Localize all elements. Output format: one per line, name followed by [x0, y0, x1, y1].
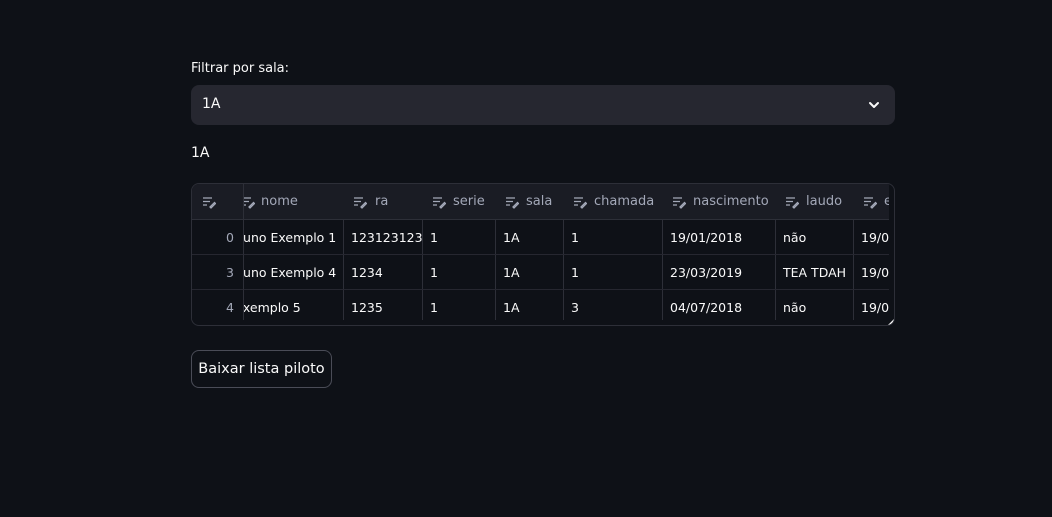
- cell-value: 1: [571, 265, 579, 280]
- row-index-value: 4: [226, 300, 234, 315]
- cell-value: 1: [571, 230, 579, 245]
- table-cell-sala[interactable]: 1A: [495, 255, 564, 290]
- table-cell-nome[interactable]: Aluno Exemplo 1: [237, 220, 344, 255]
- column-header-label: ra: [375, 194, 389, 209]
- cell-value: 1235: [351, 300, 383, 315]
- cell-value: 1A: [503, 265, 520, 280]
- row-index[interactable]: 4: [192, 290, 244, 320]
- table-cell-chamada[interactable]: 3: [563, 290, 663, 320]
- resize-handle[interactable]: [888, 319, 894, 325]
- column-header-laudo[interactable]: laudo: [775, 184, 854, 220]
- table-cell-ra[interactable]: 1234: [343, 255, 423, 290]
- cell-value: Aluno Exemplo 1: [237, 230, 337, 245]
- row-index[interactable]: 3: [192, 255, 244, 290]
- cell-value: 123123123: [351, 230, 423, 245]
- cell-value: 23/03/2019: [670, 265, 743, 280]
- students-dataframe[interactable]: nome ra serie sala chamada nascimento laudo e Al…: [191, 183, 895, 326]
- text-column-icon: [203, 197, 216, 209]
- cell-value: 04/07/2018: [670, 300, 743, 315]
- table-cell-chamada[interactable]: 1: [563, 255, 663, 290]
- room-select[interactable]: 1A: [191, 85, 895, 125]
- cell-value: Aluno Exemplo 4: [237, 265, 337, 280]
- table-cell-nascimento[interactable]: 19/01/2018: [662, 220, 776, 255]
- cell-value: 1A: [503, 230, 520, 245]
- table-cell-serie[interactable]: 1: [422, 220, 496, 255]
- table-cell-nascimento[interactable]: 04/07/2018: [662, 290, 776, 320]
- column-header-e[interactable]: e: [853, 184, 889, 220]
- table-cell-e[interactable]: 19/0: [853, 255, 889, 290]
- table-cell-e[interactable]: 19/0: [853, 220, 889, 255]
- row-index-value: 3: [226, 265, 234, 280]
- column-header-label: nascimento: [693, 194, 769, 209]
- cell-value: não: [783, 300, 807, 315]
- dataframe-viewport[interactable]: nome ra serie sala chamada nascimento laudo e Al…: [192, 184, 889, 320]
- column-header-sala[interactable]: sala: [495, 184, 564, 220]
- table-cell-laudo[interactable]: não: [775, 220, 854, 255]
- cell-value: 1: [430, 230, 438, 245]
- text-column-icon: [864, 197, 877, 209]
- column-header-serie[interactable]: serie: [422, 184, 496, 220]
- table-cell-serie[interactable]: 1: [422, 290, 496, 320]
- cell-value: 19/0: [861, 230, 889, 245]
- table-cell-ra[interactable]: 123123123: [343, 220, 423, 255]
- cell-value: 19/0: [861, 265, 889, 280]
- cell-value: 1A: [503, 300, 520, 315]
- section-title: 1A: [191, 145, 210, 161]
- column-header-nascimento[interactable]: nascimento: [662, 184, 776, 220]
- table-cell-serie[interactable]: 1: [422, 255, 496, 290]
- cell-value: não: [783, 230, 807, 245]
- table-cell-nascimento[interactable]: 23/03/2019: [662, 255, 776, 290]
- table-cell-nome[interactable]: Exemplo 5: [237, 290, 344, 320]
- row-index-value: 0: [226, 230, 234, 245]
- cell-value: 1: [430, 300, 438, 315]
- index-column-header[interactable]: [192, 184, 244, 220]
- table-cell-sala[interactable]: 1A: [495, 220, 564, 255]
- column-header-chamada[interactable]: chamada: [563, 184, 663, 220]
- text-column-icon: [433, 197, 446, 209]
- text-column-icon: [574, 197, 587, 209]
- table-cell-sala[interactable]: 1A: [495, 290, 564, 320]
- cell-value: 19/01/2018: [670, 230, 743, 245]
- row-index[interactable]: 0: [192, 220, 244, 255]
- text-column-icon: [354, 197, 367, 209]
- cell-value: 19/0: [861, 300, 889, 315]
- cell-value: 1: [430, 265, 438, 280]
- table-cell-chamada[interactable]: 1: [563, 220, 663, 255]
- chevron-down-icon: [869, 102, 879, 108]
- column-header-ra[interactable]: ra: [343, 184, 423, 220]
- column-header-label: chamada: [594, 194, 655, 209]
- text-column-icon: [786, 197, 799, 209]
- cell-value: 1234: [351, 265, 383, 280]
- column-header-label: serie: [453, 194, 485, 209]
- cell-value: TEA TDAH: [783, 265, 847, 280]
- cell-value: Exemplo 5: [237, 300, 301, 315]
- filter-label: Filtrar por sala:: [191, 61, 290, 76]
- table-cell-laudo[interactable]: não: [775, 290, 854, 320]
- table-cell-nome[interactable]: Aluno Exemplo 4: [237, 255, 344, 290]
- table-cell-laudo[interactable]: TEA TDAH: [775, 255, 854, 290]
- column-header-label: laudo: [806, 194, 843, 209]
- download-list-button[interactable]: Baixar lista piloto: [191, 350, 332, 388]
- table-cell-e[interactable]: 19/0: [853, 290, 889, 320]
- cell-value: 3: [571, 300, 579, 315]
- room-select-value: 1A: [202, 96, 221, 112]
- column-header-label: sala: [526, 194, 553, 209]
- text-column-icon: [506, 197, 519, 209]
- column-header-nome[interactable]: nome: [237, 184, 344, 220]
- column-header-label: e: [884, 194, 889, 209]
- column-header-label: nome: [261, 194, 298, 209]
- text-column-icon: [673, 197, 686, 209]
- table-cell-ra[interactable]: 1235: [343, 290, 423, 320]
